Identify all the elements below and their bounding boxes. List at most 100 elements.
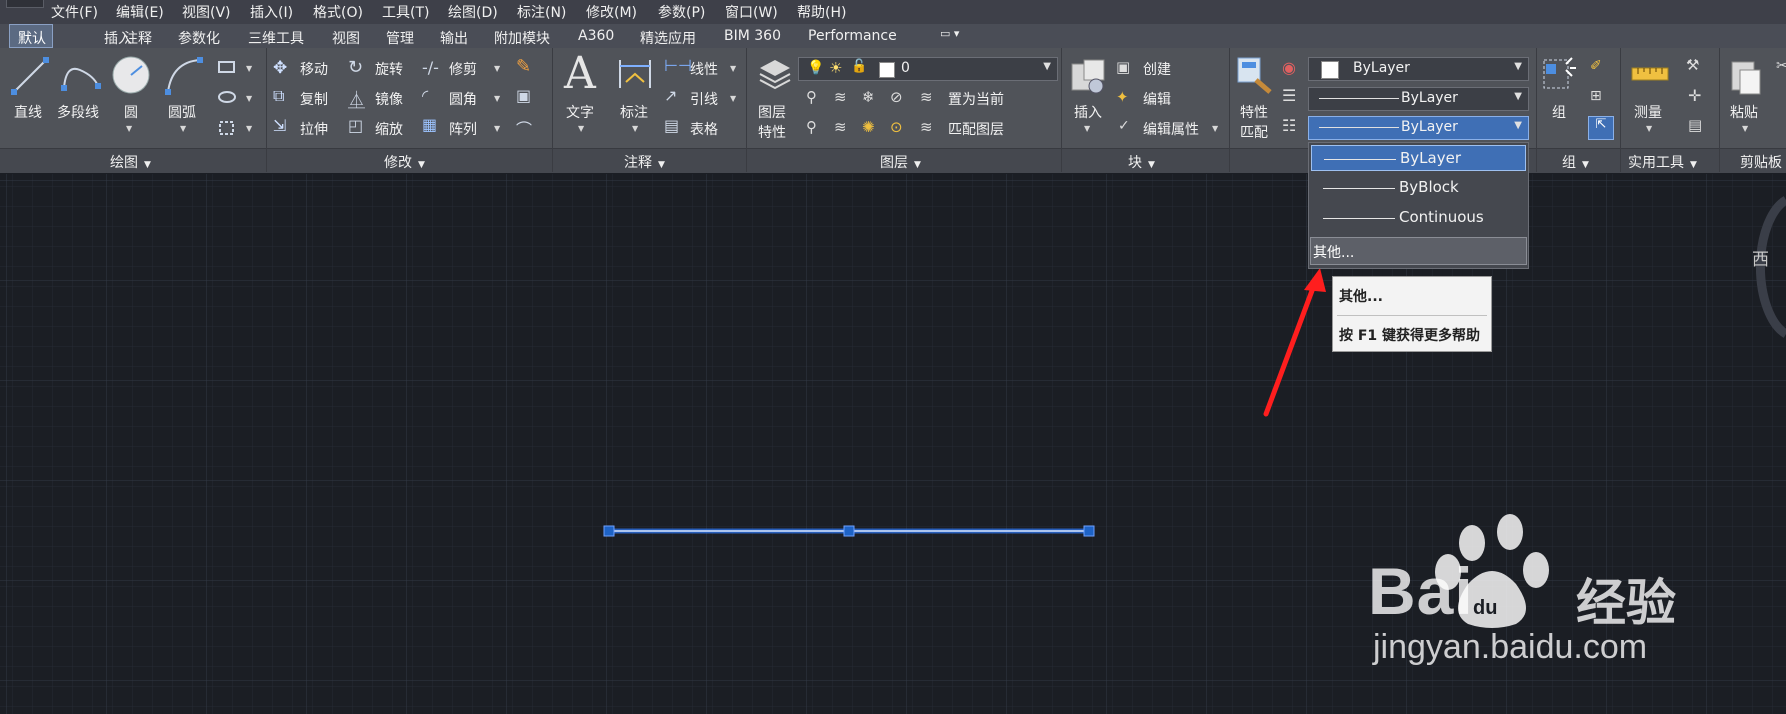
- group-edit-icon[interactable]: ⊞: [1590, 88, 1602, 104]
- tab-featured-apps[interactable]: 精选应用: [640, 28, 696, 48]
- group-icon[interactable]: [1542, 56, 1578, 96]
- grip-start[interactable]: [603, 525, 615, 537]
- point-coords-icon[interactable]: ✛: [1688, 86, 1701, 105]
- insert-block-icon[interactable]: [1068, 56, 1108, 96]
- layer-freeze-icon[interactable]: ❄: [862, 88, 875, 106]
- edit-attributes-button[interactable]: 编辑属性: [1143, 119, 1199, 139]
- tab-a360[interactable]: A360: [578, 28, 614, 44]
- hatch-icon[interactable]: [218, 90, 236, 104]
- match-layer-button[interactable]: 匹配图层: [948, 119, 1004, 139]
- layer-properties-label-1[interactable]: 图层: [758, 102, 786, 122]
- tab-view[interactable]: 视图: [332, 28, 360, 48]
- polyline-icon[interactable]: [60, 56, 102, 96]
- copy-button[interactable]: 复制: [300, 89, 328, 109]
- measure-dropdown-arrow[interactable]: ▼: [1646, 124, 1652, 133]
- tab-home[interactable]: 默认: [9, 24, 53, 48]
- menu-view[interactable]: 视图(V): [182, 2, 231, 22]
- menu-parametric[interactable]: 参数(P): [658, 2, 705, 22]
- group-select-icon[interactable]: ⇱: [1588, 116, 1614, 140]
- ungroup-icon[interactable]: ✐: [1590, 58, 1602, 74]
- menu-help[interactable]: 帮助(H): [797, 2, 846, 22]
- insert-button-label[interactable]: 插入: [1074, 102, 1102, 122]
- rotate-button[interactable]: 旋转: [375, 59, 403, 79]
- layer-thaw-icon[interactable]: ✺: [862, 118, 875, 136]
- panel-title-groups[interactable]: 组 ▼: [1562, 152, 1589, 172]
- color-wheel-icon[interactable]: ◉: [1282, 58, 1296, 77]
- fillet-button[interactable]: 圆角: [449, 89, 477, 109]
- scale-button[interactable]: 缩放: [375, 119, 403, 139]
- fillet-icon[interactable]: ◜: [422, 86, 428, 105]
- create-block-icon[interactable]: ▣: [1116, 58, 1130, 76]
- set-current-button[interactable]: 置为当前: [948, 89, 1004, 109]
- linetype-option-continuous[interactable]: Continuous: [1311, 205, 1526, 231]
- linetype-dropdown[interactable]: ByLayer ▼: [1308, 116, 1529, 140]
- table-button[interactable]: 表格: [690, 119, 718, 139]
- menu-dimension[interactable]: 标注(N): [517, 2, 566, 22]
- measure-button-label[interactable]: 测量: [1634, 102, 1662, 122]
- circle-icon[interactable]: [110, 54, 152, 96]
- panel-title-block[interactable]: 块 ▼: [1128, 152, 1155, 172]
- erase-icon[interactable]: ✎: [516, 56, 531, 77]
- linear-dim-icon[interactable]: ⊢⊣: [664, 56, 692, 75]
- panel-title-utilities[interactable]: 实用工具 ▼: [1628, 152, 1697, 172]
- menu-window[interactable]: 窗口(W): [725, 2, 778, 22]
- linetype-option-bylayer[interactable]: ByLayer: [1311, 145, 1526, 171]
- linetype-option-byblock[interactable]: ByBlock: [1311, 175, 1526, 201]
- match-properties-label-2[interactable]: 匹配: [1240, 122, 1268, 142]
- rectangle-icon[interactable]: [218, 60, 236, 74]
- text-icon[interactable]: A: [564, 48, 596, 99]
- trim-icon[interactable]: -/-: [422, 58, 439, 77]
- layer-lock-icon[interactable]: ⊘: [890, 88, 903, 106]
- menu-insert[interactable]: 插入(I): [250, 2, 293, 22]
- edit-block-icon[interactable]: ✦: [1116, 88, 1129, 106]
- boundary-icon[interactable]: [218, 120, 236, 136]
- circle-button-label[interactable]: 圆: [124, 102, 138, 122]
- menu-tools[interactable]: 工具(T): [382, 2, 429, 22]
- leader-button[interactable]: 引线: [690, 89, 718, 109]
- paste-icon[interactable]: [1728, 56, 1764, 96]
- trim-dropdown-arrow[interactable]: ▼: [494, 64, 500, 73]
- paste-dropdown-arrow[interactable]: ▼: [1742, 124, 1748, 133]
- leader-icon[interactable]: ↗: [664, 86, 677, 105]
- panel-title-layers[interactable]: 图层 ▼: [880, 152, 921, 172]
- stretch-button[interactable]: 拉伸: [300, 119, 328, 139]
- explode-icon[interactable]: ▣: [516, 86, 531, 105]
- linear-dropdown-arrow[interactable]: ▼: [730, 64, 736, 73]
- arc-icon[interactable]: [164, 56, 204, 96]
- dimension-dropdown-arrow[interactable]: ▼: [632, 124, 638, 133]
- tab-addins[interactable]: 附加模块: [494, 28, 550, 48]
- layer-properties-icon[interactable]: [756, 56, 794, 94]
- edit-attributes-dropdown-arrow[interactable]: ▼: [1212, 124, 1218, 133]
- paste-button-label[interactable]: 粘贴: [1730, 102, 1758, 122]
- layer-isolate-icon[interactable]: ≋: [834, 88, 847, 106]
- dimension-icon[interactable]: [616, 56, 654, 92]
- match-properties-icon[interactable]: [1236, 56, 1274, 96]
- lineweight-icon[interactable]: ☰: [1282, 86, 1296, 105]
- tab-output[interactable]: 输出: [440, 28, 468, 48]
- tab-annotate[interactable]: 注释: [124, 28, 152, 48]
- text-dropdown-arrow[interactable]: ▼: [578, 124, 584, 133]
- boundary-dropdown-arrow[interactable]: ▼: [246, 124, 252, 133]
- set-current-icon[interactable]: ≋: [920, 88, 933, 106]
- layer-unlock-icon[interactable]: ⊙: [890, 118, 903, 136]
- edit-attributes-icon[interactable]: ✓: [1118, 118, 1130, 134]
- layer-on-icon[interactable]: ⚲: [806, 118, 817, 136]
- arc-button-label[interactable]: 圆弧: [168, 102, 196, 122]
- linetype-icon[interactable]: ☷: [1282, 116, 1296, 135]
- linetype-other-option[interactable]: 其他...: [1310, 237, 1527, 265]
- fillet-dropdown-arrow[interactable]: ▼: [494, 94, 500, 103]
- ribbon-toggle-icon[interactable]: ▭ ▾: [940, 27, 959, 40]
- tab-manage[interactable]: 管理: [386, 28, 414, 48]
- array-icon[interactable]: ▦: [422, 115, 437, 134]
- menu-file[interactable]: 文件(F): [51, 2, 98, 22]
- create-block-button[interactable]: 创建: [1143, 59, 1171, 79]
- polyline-button-label[interactable]: 多段线: [57, 102, 99, 122]
- copy-icon[interactable]: ⧉: [273, 86, 284, 106]
- rectangle-dropdown-arrow[interactable]: ▼: [246, 64, 252, 73]
- grip-end[interactable]: [1083, 525, 1095, 537]
- line-button-label[interactable]: 直线: [14, 102, 42, 122]
- color-dropdown[interactable]: ByLayer ▼: [1308, 57, 1529, 81]
- tab-3d-tools[interactable]: 三维工具: [248, 28, 304, 48]
- layer-off-icon[interactable]: ⚲: [806, 88, 817, 106]
- move-icon[interactable]: ✥: [273, 58, 287, 78]
